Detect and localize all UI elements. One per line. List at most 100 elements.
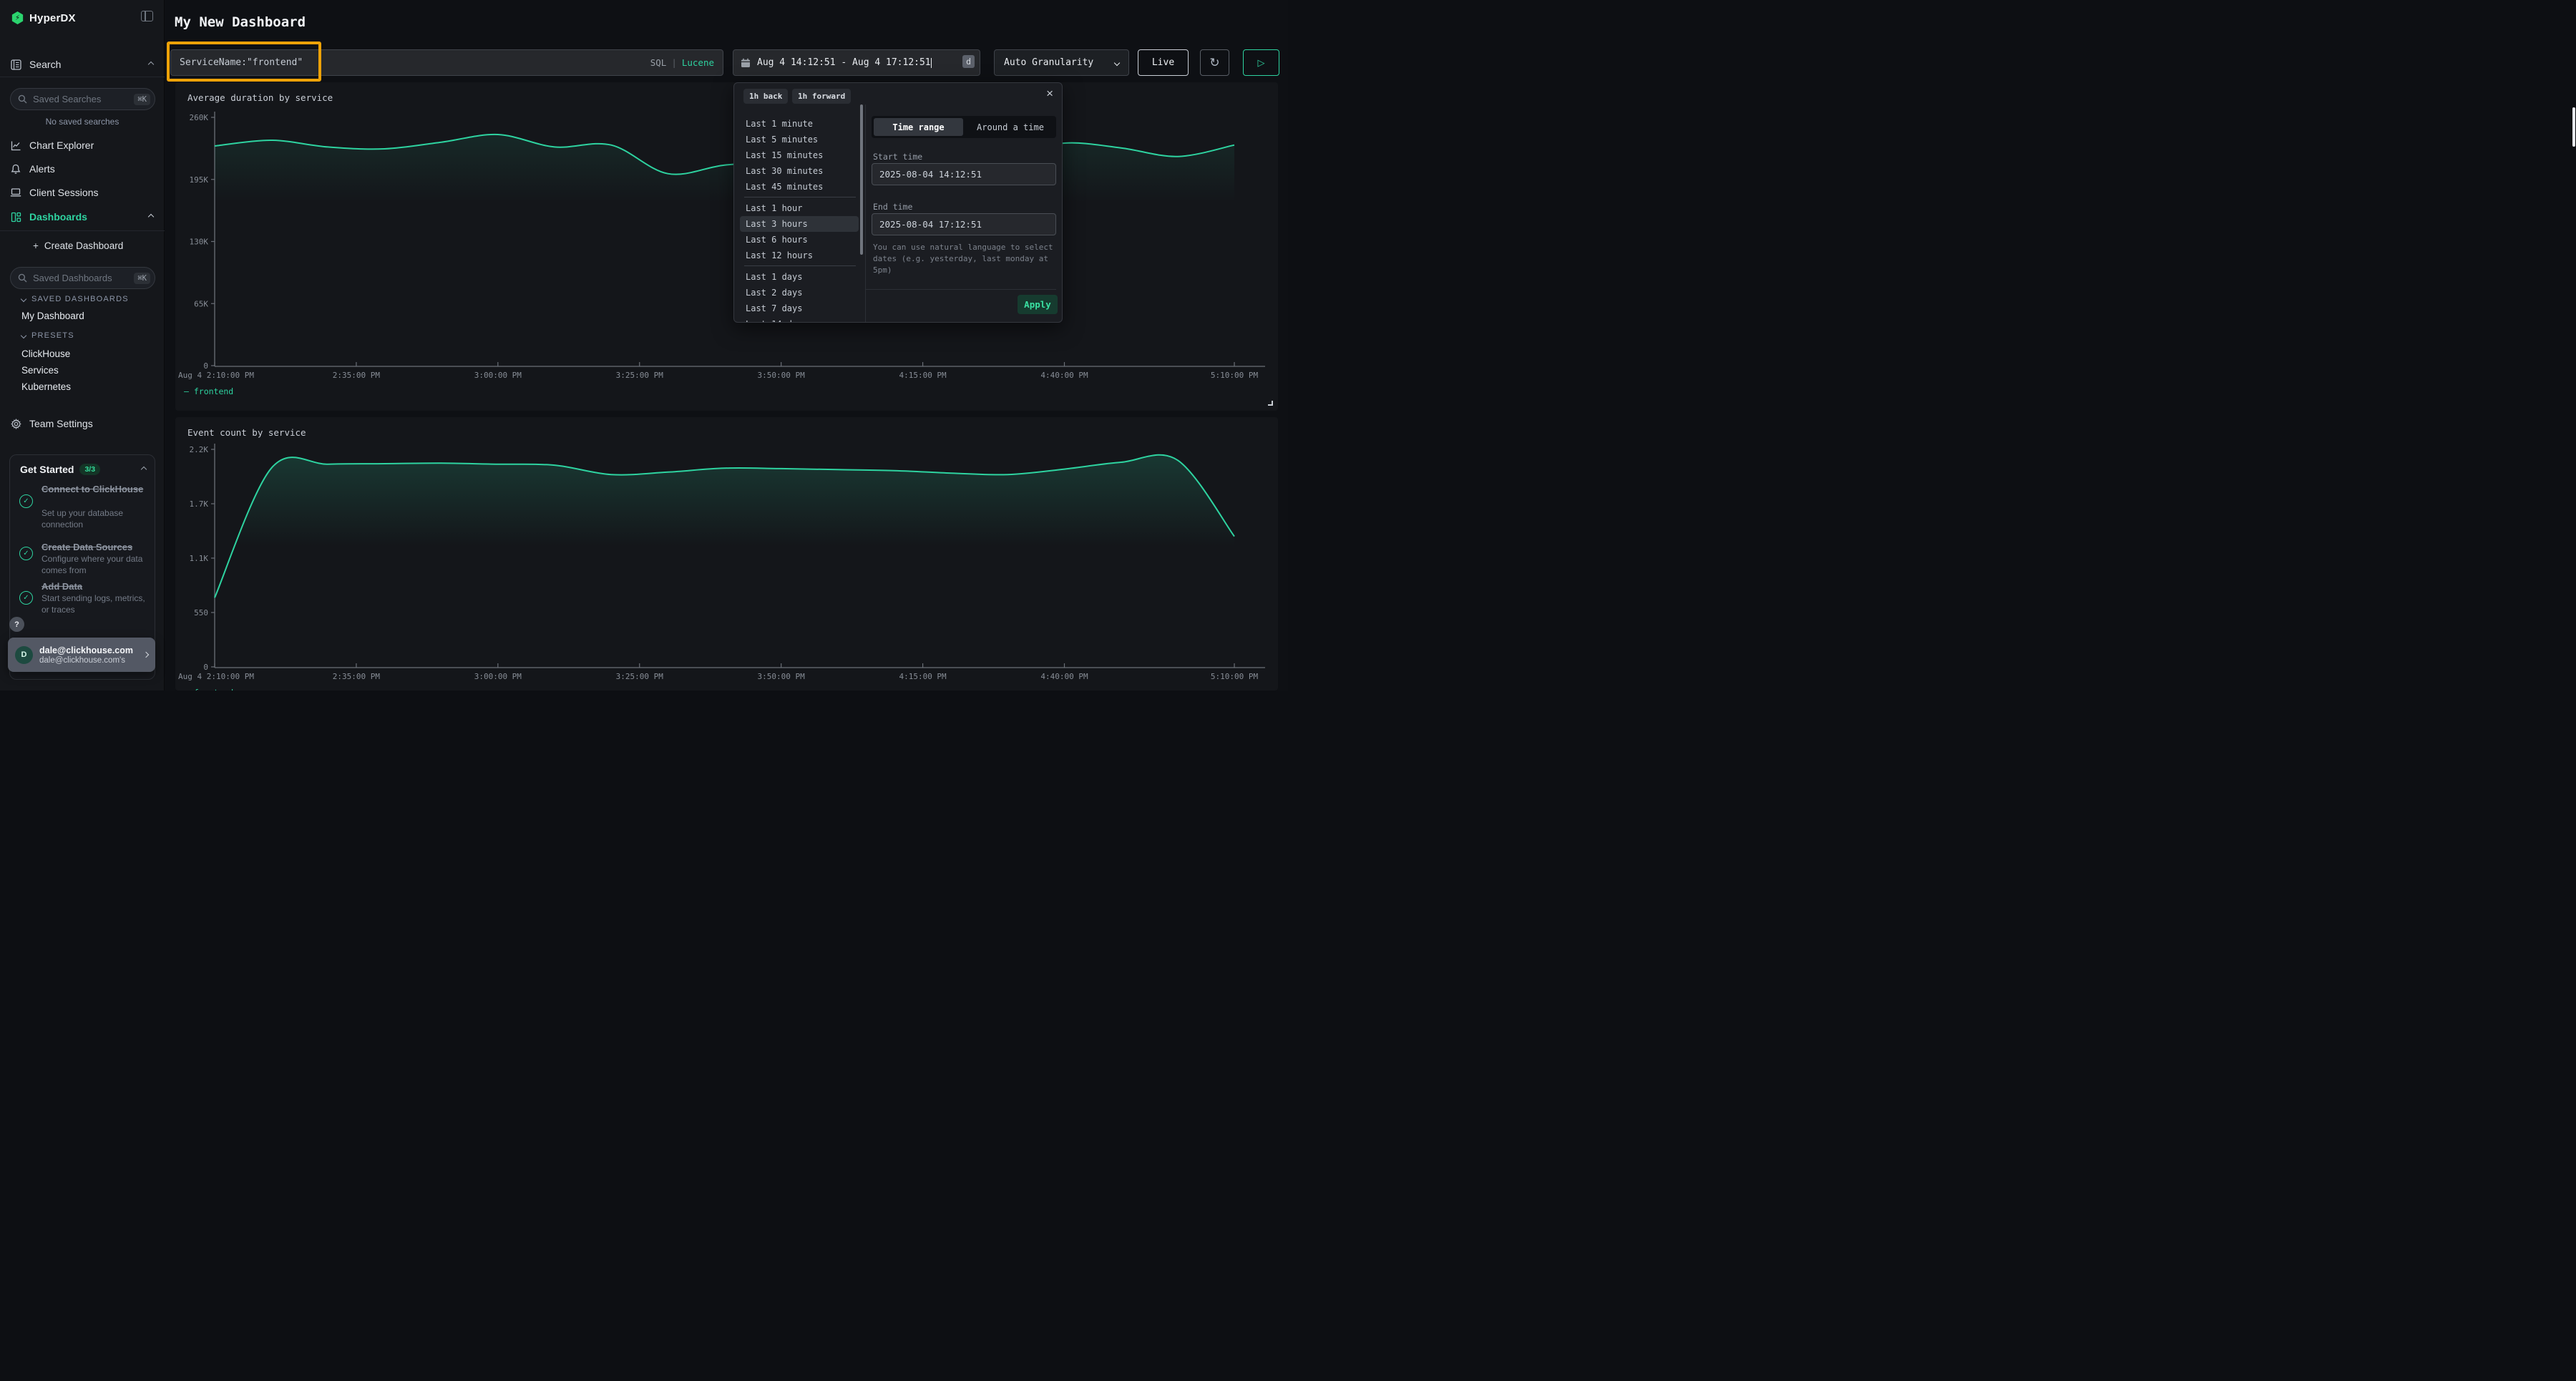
laptop-icon [10,187,21,197]
chart-panel-average-duration[interactable]: Average duration by service 260K195K130K… [175,82,1278,411]
query-language-toggle[interactable]: SQL|Lucene [650,57,714,68]
time-option[interactable]: Last 30 minutes [734,163,864,179]
check-circle-icon: ✓ [19,547,33,560]
tab-time-range[interactable]: Time range [874,118,963,136]
resize-handle-icon[interactable] [1268,401,1273,406]
sidebar-item-dashboards[interactable]: Dashboards [0,208,165,225]
presets-header[interactable]: PRESETS [21,331,74,340]
end-time-input[interactable]: 2025-08-04 17:12:51 [872,213,1056,235]
avatar: D [15,646,33,664]
svg-text:260K: 260K [190,113,209,122]
time-option[interactable]: Last 1 days [734,269,864,285]
sidebar-collapse-icon[interactable] [141,11,153,21]
refresh-icon: ↻ [1209,56,1219,70]
nav-label: Dashboards [29,211,87,223]
time-option[interactable]: Last 45 minutes [734,179,864,195]
sidebar-item-client-sessions[interactable]: Client Sessions [0,184,165,201]
time-option[interactable]: Last 6 hours [734,232,864,248]
journal-icon [10,59,21,70]
svg-text:5:10:00 PM: 5:10:00 PM [1211,371,1259,380]
svg-text:3:50:00 PM: 3:50:00 PM [758,371,806,380]
svg-text:2.2K: 2.2K [190,445,209,454]
time-option[interactable]: Last 12 hours [734,248,864,263]
scrollbar-thumb[interactable] [860,104,863,255]
sidebar-item-search[interactable]: Search [0,56,165,73]
svg-text:5:10:00 PM: 5:10:00 PM [1211,672,1259,681]
chart-explorer-icon [10,140,21,151]
apply-button[interactable]: Apply [1018,295,1058,314]
time-option[interactable]: Last 1 minute [734,116,864,132]
sidebar-item-my-dashboard[interactable]: My Dashboard [21,311,84,321]
close-icon[interactable]: × [1046,87,1053,101]
svg-text:65K: 65K [194,299,208,308]
time-option[interactable]: Last 14 days [734,316,864,323]
sidebar-item-services[interactable]: Services [21,365,59,376]
gs-item-title[interactable]: Create Data Sources [42,542,149,554]
svg-text:2:35:00 PM: 2:35:00 PM [333,371,381,380]
shortcut-badge: ⌘K [134,273,150,284]
account-chip[interactable]: D dale@clickhouse.com dale@clickhouse.co… [8,638,155,672]
svg-text:— frontend: — frontend [184,688,233,690]
chart-panel-event-count[interactable]: Event count by service 2.2K1.7K1.1K5500A… [175,417,1278,690]
back-1h-button[interactable]: 1h back [743,89,788,104]
nav-label: Alerts [29,163,55,175]
account-sub: dale@clickhouse.com's [39,656,144,665]
sidebar-item-kubernetes[interactable]: Kubernetes [21,381,71,392]
check-circle-icon: ✓ [19,591,33,605]
team-settings-label: Team Settings [29,418,93,429]
time-option[interactable]: Last 1 hour [734,200,864,216]
hyperdx-logo-icon: ⚡ [11,11,24,24]
svg-text:3:00:00 PM: 3:00:00 PM [474,672,522,681]
gs-item-title[interactable]: Add Data [42,581,149,593]
lucene-toggle[interactable]: Lucene [682,57,714,68]
saved-dashboards-header[interactable]: SAVED DASHBOARDS [21,295,129,303]
forward-1h-button[interactable]: 1h forward [792,89,851,104]
live-button[interactable]: Live [1138,49,1189,76]
sidebar-item-clickhouse[interactable]: ClickHouse [21,348,70,359]
account-email: dale@clickhouse.com [39,645,144,655]
time-option[interactable]: Last 2 days [734,285,864,301]
tab-around-a-time[interactable]: Around a time [965,118,1056,136]
sidebar: ⚡ HyperDX Search Saved Searches ⌘K No sa… [0,0,165,690]
chevron-up-icon[interactable] [141,467,147,472]
sql-toggle[interactable]: SQL [650,57,667,68]
start-time-input[interactable]: 2025-08-04 14:12:51 [872,163,1056,185]
main-content: My New Dashboard ServiceName:"frontend" … [165,0,1288,690]
time-picker-popover: 1h back 1h forward × Last 1 minuteLast 5… [733,82,1063,323]
filter-query-value: ServiceName:"frontend" [180,57,650,68]
sidebar-item-alerts[interactable]: Alerts [0,160,165,177]
sidebar-item-chart-explorer[interactable]: Chart Explorer [0,137,165,154]
svg-text:Aug 4 2:10:00 PM: Aug 4 2:10:00 PM [178,672,254,681]
play-icon: ▷ [1258,57,1265,69]
page-scrollbar-thumb[interactable] [2572,107,2575,147]
help-button[interactable]: ? [9,617,24,632]
saved-dashboards-placeholder: Saved Dashboards [33,273,134,283]
search-icon [18,94,27,104]
chevron-up-icon [148,214,154,220]
svg-text:— frontend: — frontend [184,386,233,396]
search-icon [18,273,27,283]
svg-text:0: 0 [203,361,208,371]
time-option[interactable]: Last 5 minutes [734,132,864,147]
svg-text:2:35:00 PM: 2:35:00 PM [333,672,381,681]
play-button[interactable]: ▷ [1243,49,1279,76]
svg-text:550: 550 [194,608,208,618]
gs-item-title[interactable]: Connect to ClickHouse [42,484,149,496]
create-dashboard-label: Create Dashboard [44,240,123,251]
time-option[interactable]: Last 7 days [734,301,864,316]
nav-label: Chart Explorer [29,140,94,151]
time-option[interactable]: Last 15 minutes [734,147,864,163]
saved-searches-input[interactable]: Saved Searches ⌘K [10,88,155,110]
granularity-select[interactable]: Auto Granularity [994,49,1129,76]
refresh-button[interactable]: ↻ [1200,49,1229,76]
shortcut-badge: ⌘K [134,94,150,105]
saved-searches-placeholder: Saved Searches [33,94,134,104]
sidebar-item-team-settings[interactable]: Team Settings [0,415,165,432]
saved-dashboards-input[interactable]: Saved Dashboards ⌘K [10,267,155,289]
create-dashboard-button[interactable]: + Create Dashboard [0,237,165,254]
time-range-input[interactable]: Aug 4 14:12:51 - Aug 4 17:12:51 d [733,49,980,76]
time-option[interactable]: Last 3 hours [740,216,859,232]
dashboard-filter-input[interactable]: ServiceName:"frontend" SQL|Lucene [170,49,723,76]
divider [744,265,856,266]
chart-title: Event count by service [187,427,306,438]
